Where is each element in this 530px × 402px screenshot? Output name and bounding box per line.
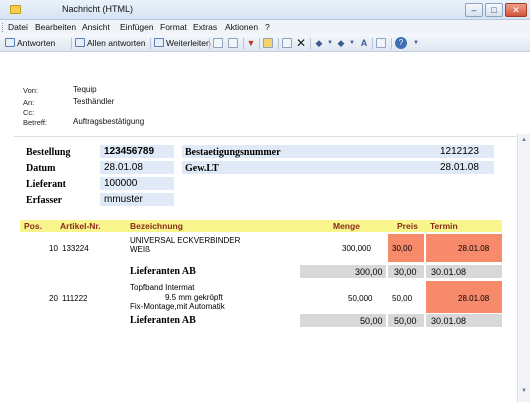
vertical-scrollbar[interactable]: ▲ ▼: [517, 134, 530, 402]
subject-label: Betreff:: [23, 118, 48, 127]
table-row: 20: [49, 294, 58, 303]
artikel-number: 111222: [62, 294, 88, 303]
scroll-up-icon[interactable]: ▲: [521, 137, 527, 143]
reply-all-button[interactable]: Allen antworten: [75, 36, 146, 50]
message-icon: [10, 5, 21, 14]
to-label: An:: [23, 98, 35, 107]
bezeichnung-line: Topfband Intermat: [130, 283, 195, 292]
bezeichnung-line: UNIVERSAL ECKVERBINDER: [130, 236, 241, 245]
lieferant-label: Lieferant: [26, 179, 66, 190]
bezeichnung-line: WEIß: [130, 245, 150, 254]
toolbar-options-icon[interactable]: ▼: [411, 38, 421, 48]
lieferanten-ab-label: Lieferanten AB: [130, 315, 196, 326]
toolbar: Antworten Allen antworten Weiterleiten ▼…: [0, 34, 530, 52]
preis-value: 30,00: [392, 244, 413, 253]
menu-grip: [2, 23, 4, 32]
delete-icon[interactable]: ✕: [296, 37, 306, 49]
bestellung-value: 123456789: [104, 146, 155, 157]
erfasser-label: Erfasser: [26, 195, 63, 206]
header-divider: [14, 136, 516, 137]
ab-preis: 50,00: [394, 316, 417, 326]
col-termin: Termin: [430, 221, 458, 231]
next-icon[interactable]: ◆: [336, 38, 346, 48]
next-dropdown-icon[interactable]: ▼: [347, 38, 357, 48]
menu-einfuegen[interactable]: Einfügen: [120, 22, 154, 32]
gewlt-value: 28.01.08: [440, 162, 479, 173]
bezeichnung-line: 9.5 mm gekröpft: [165, 293, 223, 302]
window-title: Nachricht (HTML): [62, 4, 134, 14]
preis-value: 50,00: [392, 294, 413, 303]
from-value[interactable]: Tequip: [73, 85, 97, 94]
bezeichnung-line: Fix-Montage,mit Automatik: [130, 302, 225, 311]
forward-button[interactable]: Weiterleiten: [154, 36, 211, 50]
toolbar-separator: [372, 38, 373, 49]
previous-icon[interactable]: ◆: [314, 38, 324, 48]
from-label: Von:: [23, 86, 39, 95]
ab-termin: 30.01.08: [431, 316, 467, 326]
subject-value: Auftragsbestätigung: [73, 117, 145, 126]
toolbar-separator: [391, 38, 392, 49]
artikel-number: 133224: [62, 244, 89, 253]
toolbar-separator: [278, 38, 279, 49]
folder-icon[interactable]: [263, 38, 273, 48]
toolbar-separator: [150, 38, 151, 49]
reply-icon: [5, 38, 15, 47]
to-value[interactable]: Testhändler: [73, 97, 114, 106]
bestaetigung-value: 1212123: [440, 146, 479, 157]
reply-all-icon: [75, 38, 85, 47]
termin-value: 28.01.08: [458, 244, 490, 253]
junk-icon[interactable]: [282, 38, 292, 48]
menu-bar: Datei Bearbeiten Ansicht Einfügen Format…: [0, 20, 530, 34]
toolbar-separator: [209, 38, 210, 49]
ab-preis: 30,00: [394, 267, 417, 277]
menge-value: 300,000: [342, 244, 371, 253]
actions-icon[interactable]: [376, 38, 386, 48]
ab-menge: 300,00: [355, 267, 383, 277]
bestaetigung-label: Bestaetigungsnummer: [185, 147, 281, 158]
font-size-icon[interactable]: A: [359, 38, 369, 48]
minimize-button[interactable]: –: [465, 3, 483, 17]
table-row: 10: [49, 244, 58, 253]
ab-menge: 50,00: [360, 316, 383, 326]
datum-label: Datum: [26, 163, 56, 174]
col-artikel: Artikel-Nr.: [60, 221, 101, 231]
reply-button[interactable]: Antworten: [5, 36, 55, 50]
col-preis: Preis: [397, 221, 418, 231]
close-button[interactable]: ✕: [505, 3, 527, 17]
previous-dropdown-icon[interactable]: ▼: [325, 38, 335, 48]
menu-extras[interactable]: Extras: [193, 22, 217, 32]
bestellung-label: Bestellung: [26, 147, 71, 158]
ab-termin: 30.01.08: [431, 267, 467, 277]
cc-label: Cc:: [23, 108, 35, 117]
flag-icon[interactable]: ▼: [246, 38, 256, 48]
move-icon[interactable]: [228, 38, 238, 48]
help-icon[interactable]: ?: [395, 37, 407, 49]
menu-aktionen[interactable]: Aktionen: [225, 22, 258, 32]
title-bar: Nachricht (HTML) – □ ✕: [0, 0, 530, 20]
toolbar-separator: [243, 38, 244, 49]
col-pos: Pos.: [24, 221, 42, 231]
menu-bearbeiten[interactable]: Bearbeiten: [35, 22, 76, 32]
lieferant-value: 100000: [104, 178, 138, 189]
lieferanten-ab-label: Lieferanten AB: [130, 266, 196, 277]
print-icon[interactable]: [213, 38, 223, 48]
col-menge: Menge: [333, 221, 360, 231]
menu-ansicht[interactable]: Ansicht: [82, 22, 110, 32]
toolbar-separator: [71, 38, 72, 49]
scroll-down-icon[interactable]: ▼: [521, 388, 527, 394]
gewlt-label: Gew.LT: [185, 163, 219, 174]
erfasser-value: mmuster: [104, 194, 143, 205]
menu-datei[interactable]: Datei: [8, 22, 28, 32]
termin-value: 28.01.08: [458, 294, 490, 303]
col-bezeichnung: Bezeichnung: [130, 221, 183, 231]
menu-format[interactable]: Format: [160, 22, 187, 32]
menu-help[interactable]: ?: [265, 22, 270, 32]
forward-icon: [154, 38, 164, 47]
datum-value: 28.01.08: [104, 162, 143, 173]
menge-value: 50,000: [348, 294, 373, 303]
toolbar-separator: [310, 38, 311, 49]
toolbar-separator: [259, 38, 260, 49]
maximize-button[interactable]: □: [485, 3, 503, 17]
